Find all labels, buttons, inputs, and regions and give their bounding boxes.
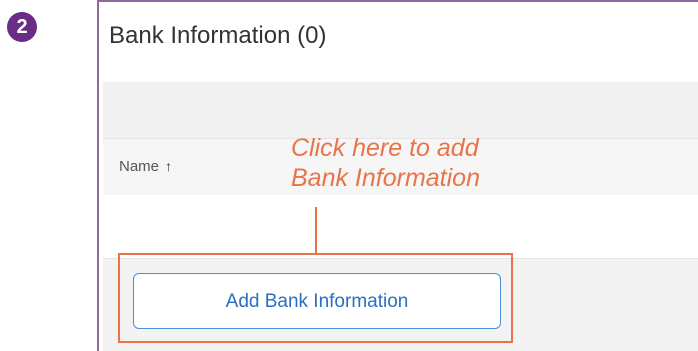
column-header-name[interactable]: Name ↑ <box>119 158 172 175</box>
annotation-callout-line-2: Bank Information <box>291 164 480 192</box>
sort-ascending-icon[interactable]: ↑ <box>165 158 172 174</box>
annotation-callout-line <box>315 207 317 253</box>
step-number-badge: 2 <box>7 12 37 42</box>
column-header-name-label: Name <box>119 158 160 175</box>
page: 2 Bank Information (0) Name ↑ Add Bank In… <box>0 0 698 351</box>
annotation-callout-text: Click here to add Bank Information <box>291 133 480 193</box>
add-bank-information-button[interactable]: Add Bank Information <box>133 273 501 329</box>
bank-information-panel: Bank Information (0) Name ↑ Add Bank Info… <box>97 0 698 351</box>
panel-title: Bank Information (0) <box>109 22 327 49</box>
annotation-callout-line-1: Click here to add <box>291 134 479 162</box>
table-toolbar <box>103 82 698 138</box>
table-empty-row <box>103 195 698 258</box>
